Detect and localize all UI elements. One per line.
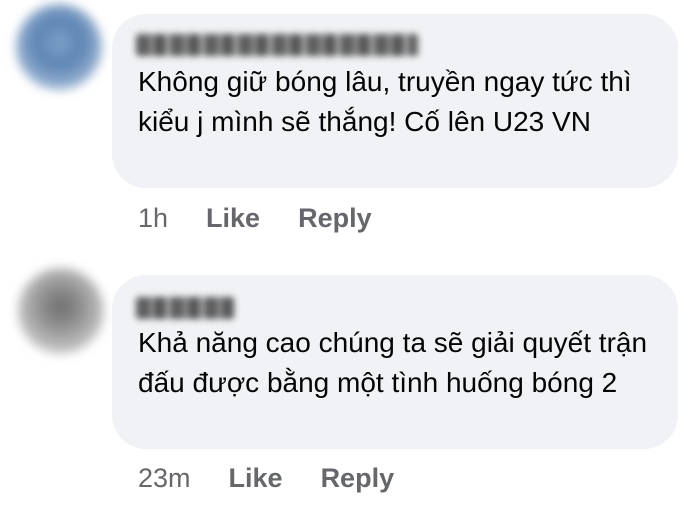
comment-actions: 1h Like Reply — [138, 201, 372, 235]
comment-bubble: Không giữ bóng lâu, truyền ngay tức thì … — [112, 14, 678, 188]
comment-timestamp[interactable]: 23m — [138, 463, 191, 494]
avatar[interactable] — [18, 268, 104, 354]
reply-button[interactable]: Reply — [321, 463, 395, 494]
like-button[interactable]: Like — [206, 203, 260, 234]
comment-text: Khả năng cao chúng ta sẽ giải quyết trận… — [138, 327, 648, 398]
like-button[interactable]: Like — [229, 463, 283, 494]
comment-actions: 23m Like Reply — [138, 461, 394, 495]
comment-bubble: Khả năng cao chúng ta sẽ giải quyết trận… — [112, 275, 678, 449]
commenter-name-blurred[interactable] — [136, 297, 234, 319]
reply-button[interactable]: Reply — [298, 203, 372, 234]
comment-timestamp[interactable]: 1h — [138, 203, 168, 234]
commenter-name-blurred[interactable] — [136, 34, 418, 56]
avatar[interactable] — [16, 4, 102, 90]
comment-thread: Không giữ bóng lâu, truyền ngay tức thì … — [0, 0, 700, 509]
comment-text: Không giữ bóng lâu, truyền ngay tức thì … — [138, 66, 632, 137]
